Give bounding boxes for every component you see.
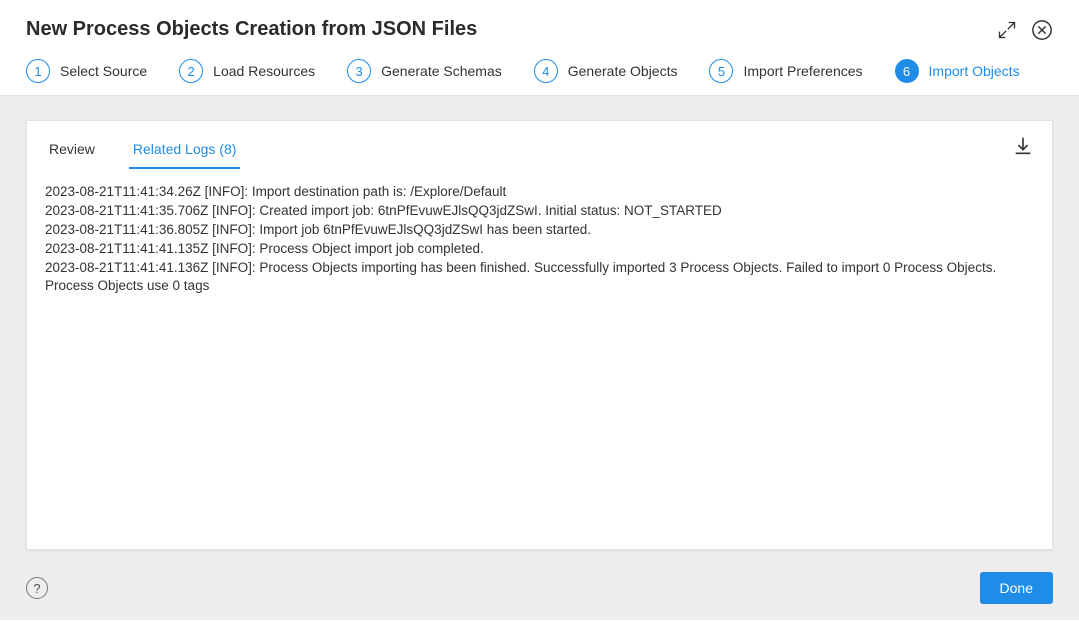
dialog-title: New Process Objects Creation from JSON F… [26,18,477,41]
expand-icon[interactable] [997,20,1017,40]
dialog-header: New Process Objects Creation from JSON F… [0,0,1079,53]
log-line: 2023-08-21T11:41:41.135Z [INFO]: Process… [45,240,1034,259]
step-label: Generate Objects [568,63,678,79]
step-label: Import Objects [929,63,1020,79]
tab-related-logs[interactable]: Related Logs (8) [129,135,241,169]
done-button[interactable]: Done [980,572,1053,604]
help-button[interactable]: ? [26,577,48,599]
log-line: 2023-08-21T11:41:34.26Z [INFO]: Import d… [45,183,1034,202]
step-number: 4 [534,59,558,83]
step-number: 1 [26,59,50,83]
step-import-preferences[interactable]: 5 Import Preferences [709,59,862,83]
download-icon[interactable] [1012,135,1034,162]
wizard-stepper: 1 Select Source 2 Load Resources 3 Gener… [0,53,1079,96]
tab-review[interactable]: Review [45,135,99,169]
close-icon[interactable] [1031,19,1053,41]
step-label: Import Preferences [743,63,862,79]
log-output: 2023-08-21T11:41:34.26Z [INFO]: Import d… [45,169,1034,296]
step-select-source[interactable]: 1 Select Source [26,59,147,83]
log-line: 2023-08-21T11:41:36.805Z [INFO]: Import … [45,221,1034,240]
step-label: Load Resources [213,63,315,79]
step-label: Generate Schemas [381,63,502,79]
step-number: 2 [179,59,203,83]
panel-tabs: Review Related Logs (8) [45,121,1034,169]
log-line: 2023-08-21T11:41:35.706Z [INFO]: Created… [45,202,1034,221]
wizard-body: Review Related Logs (8) 2023-08-21T11:41… [0,96,1079,562]
dialog-footer: ? Done [0,562,1079,620]
step-number: 5 [709,59,733,83]
log-line: 2023-08-21T11:41:41.136Z [INFO]: Process… [45,259,1034,297]
step-label: Select Source [60,63,147,79]
step-number: 6 [895,59,919,83]
step-load-resources[interactable]: 2 Load Resources [179,59,315,83]
step-number: 3 [347,59,371,83]
step-generate-schemas[interactable]: 3 Generate Schemas [347,59,502,83]
logs-panel: Review Related Logs (8) 2023-08-21T11:41… [26,120,1053,550]
step-import-objects[interactable]: 6 Import Objects [895,59,1020,83]
header-icons [997,19,1053,41]
step-generate-objects[interactable]: 4 Generate Objects [534,59,678,83]
